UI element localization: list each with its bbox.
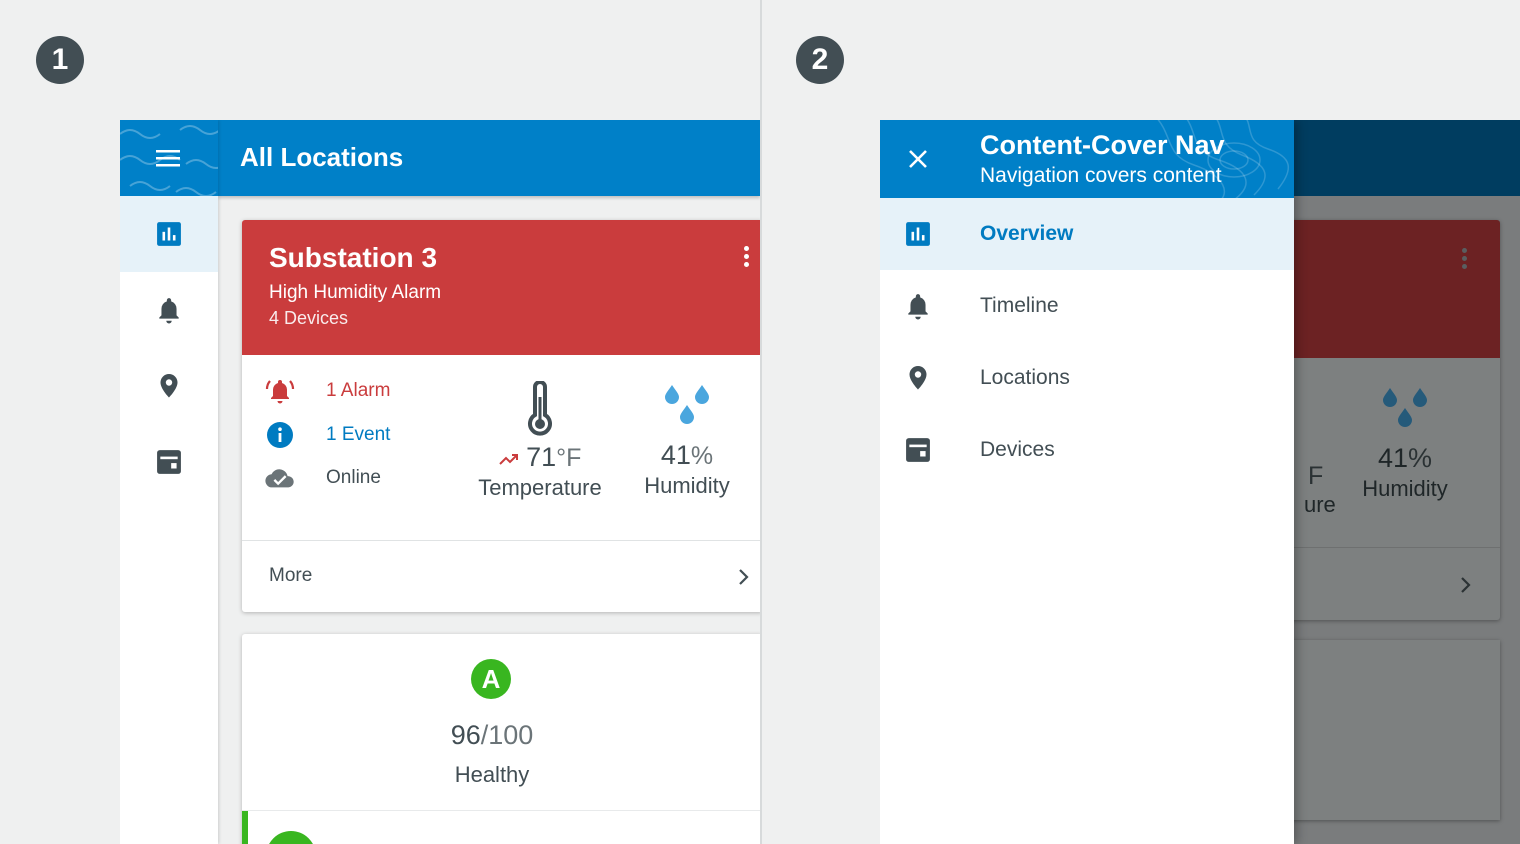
score-value-line: 96/100: [242, 720, 742, 751]
panel-cover-nav: F ure 41% Humidity Content-Cover Nav Nav…: [880, 120, 1520, 844]
card-subtitle: High Humidity Alarm: [269, 282, 442, 303]
nav-item-label: Locations: [980, 366, 1070, 389]
humidity-drops-icon: [1383, 388, 1427, 427]
background-humidity-value-line: 41%: [1340, 443, 1470, 474]
step-badge-2: 2: [796, 36, 844, 84]
card-body: 1 Alarm 1 Event Online 71°F Temperature …: [242, 355, 760, 541]
trending-up-icon: [498, 454, 518, 465]
navigation-drawer: Content-Cover Nav Navigation covers cont…: [880, 120, 1294, 844]
card-header: Substation 3 High Humidity Alarm 4 Devic…: [242, 220, 760, 355]
alarm-bell-icon: [265, 380, 295, 404]
location-pin-icon: [909, 366, 927, 390]
humidity-value: 41: [660, 440, 691, 470]
nav-item-label: Timeline: [980, 294, 1059, 317]
nav-item-timeline[interactable]: Timeline: [880, 270, 1294, 342]
rail-item-overview[interactable]: [120, 196, 218, 272]
nav-rail: [120, 120, 218, 844]
device-icon: [157, 450, 181, 474]
thermometer-icon: [528, 380, 552, 436]
close-icon: [909, 150, 927, 168]
background-humidity-metric: 41% Humidity: [1340, 384, 1470, 502]
page-title: All Locations: [240, 142, 404, 172]
status-avatar: [266, 831, 316, 844]
drawer-title: Content-Cover Nav: [980, 130, 1225, 160]
humidity-label: Humidity: [644, 473, 730, 498]
more-label: More: [269, 565, 313, 586]
nav-item-label: Overview: [980, 222, 1074, 245]
bell-icon: [159, 298, 179, 324]
humidity-unit: %: [690, 442, 714, 470]
rail-item-timeline[interactable]: [120, 272, 218, 348]
location-card: Substation 3 High Humidity Alarm 4 Devic…: [242, 220, 760, 612]
background-humidity-value: 41: [1377, 443, 1409, 473]
status-stripe: [242, 811, 248, 844]
background-temp-unit-fragment: F: [1308, 462, 1324, 490]
score-max: /100: [480, 720, 534, 750]
status-online: Online: [264, 464, 381, 492]
nav-item-locations[interactable]: Locations: [880, 342, 1294, 414]
temperature-value: 71: [526, 442, 557, 472]
app-bar: All Locations: [218, 120, 760, 196]
event-count: 1 Event: [326, 424, 391, 445]
alarm-count: 1 Alarm: [326, 380, 391, 401]
background-humidity-unit: %: [1408, 443, 1433, 473]
location-pin-icon: [160, 374, 178, 398]
panel-divider: [760, 0, 762, 844]
status-alarm[interactable]: 1 Alarm: [264, 377, 390, 405]
drawer-subtitle: Navigation covers content: [980, 164, 1222, 187]
score-value: 96: [450, 720, 481, 750]
humidity-drops-icon: [665, 385, 709, 424]
menu-icon: [156, 150, 180, 167]
more-options-button[interactable]: [742, 246, 750, 270]
nav-item-devices[interactable]: Devices: [880, 414, 1294, 486]
humidity-value-line: 41%: [624, 440, 750, 471]
drawer-header: Content-Cover Nav Navigation covers cont…: [880, 120, 1294, 198]
score-list-item: [242, 810, 760, 844]
cloud-check-icon: [265, 469, 294, 488]
background-temp-label-fragment: ure: [1304, 492, 1336, 517]
humidity-metric: 41% Humidity: [624, 381, 750, 499]
close-button[interactable]: [906, 147, 930, 171]
temperature-metric: 71°F Temperature: [462, 380, 618, 501]
background-humidity-label: Humidity: [1362, 476, 1448, 501]
panel-rail-nav: All Locations Substation 3 High Humidity…: [120, 120, 760, 844]
grade-badge: A: [471, 659, 511, 699]
status-event[interactable]: 1 Event: [264, 421, 390, 449]
background-more-options: [1460, 248, 1468, 272]
menu-button[interactable]: [154, 146, 182, 170]
bell-icon: [908, 294, 928, 320]
rail-item-locations[interactable]: [120, 348, 218, 424]
card-device-count: 4 Devices: [269, 308, 349, 328]
nav-item-overview[interactable]: Overview: [880, 198, 1294, 270]
more-link[interactable]: More: [242, 541, 760, 611]
score-card: A 96/100 Healthy: [242, 634, 760, 844]
info-icon: [267, 422, 293, 448]
chart-icon: [906, 222, 930, 246]
temperature-label: Temperature: [478, 475, 602, 500]
rail-header: [120, 120, 218, 196]
nav-item-label: Devices: [980, 438, 1055, 461]
chart-icon: [157, 222, 181, 246]
chevron-right-icon: [1461, 577, 1471, 593]
score-label: Healthy: [454, 762, 530, 787]
chevron-right-icon: [739, 569, 749, 585]
rail-item-devices[interactable]: [120, 424, 218, 500]
temperature-value-line: 71°F: [462, 442, 618, 473]
temperature-unit: °F: [556, 444, 582, 472]
device-icon: [906, 438, 930, 462]
online-label: Online: [326, 467, 381, 488]
step-badge-1: 1: [36, 36, 84, 84]
card-title: Substation 3: [269, 242, 438, 273]
